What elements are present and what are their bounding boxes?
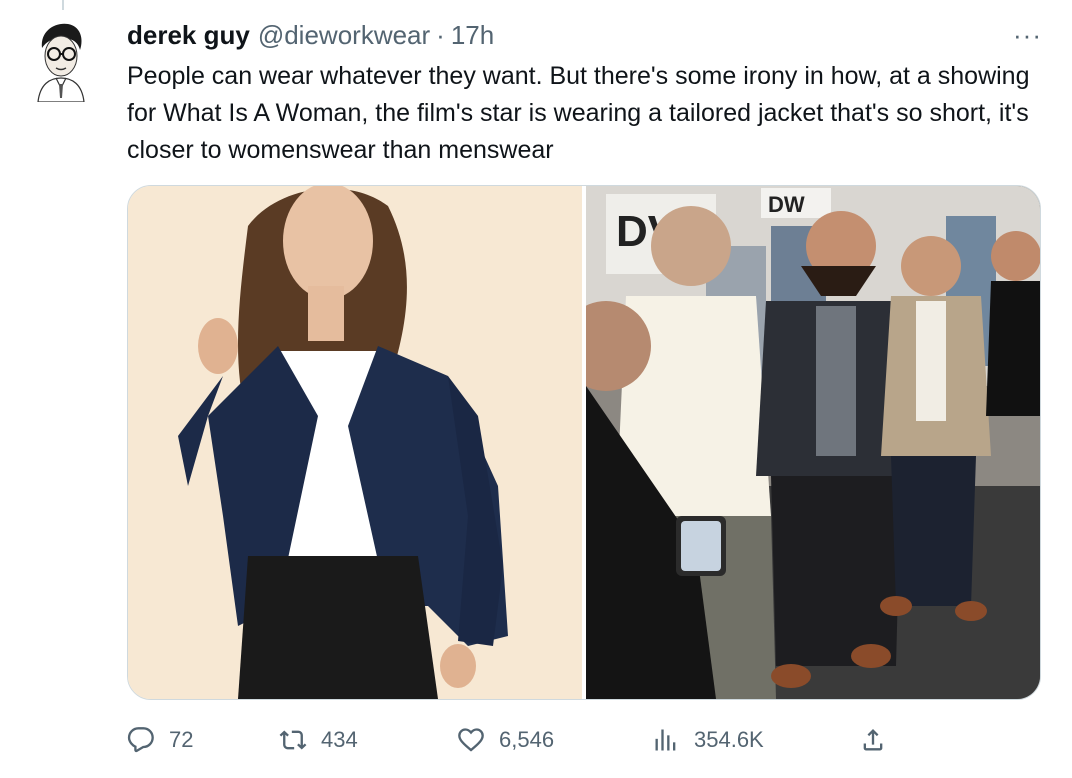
separator-dot: ·	[436, 19, 445, 50]
heart-icon	[458, 728, 484, 752]
reply-count: 72	[169, 727, 194, 752]
share-upload-icon	[863, 729, 883, 751]
retweet-icon	[279, 730, 307, 750]
men-at-event-image: DV DW	[586, 186, 1040, 699]
more-icon: ···	[1013, 20, 1042, 50]
avatar[interactable]	[28, 18, 92, 103]
share-button[interactable]	[859, 726, 901, 754]
tweet-actions: 72 434 6,546 354.6K	[127, 718, 907, 762]
reply-button[interactable]: 72	[127, 726, 193, 754]
left-photo[interactable]	[128, 186, 582, 699]
sign-text-dw: DW	[768, 192, 805, 217]
like-count: 6,546	[499, 727, 555, 752]
reply-icon	[127, 727, 154, 753]
tweet-header: derek guy @dieworkwear · 17h ···	[127, 18, 1042, 52]
right-photo[interactable]: DV DW	[586, 186, 1040, 699]
tweet-timestamp[interactable]: 17h	[451, 20, 494, 51]
analytics-bar-chart-icon	[655, 729, 676, 751]
avatar-sketch-icon	[28, 18, 92, 103]
author-name[interactable]: derek guy	[127, 20, 250, 51]
views-count: 354.6K	[694, 727, 764, 752]
media-grid: DV DW	[127, 185, 1041, 700]
author-handle[interactable]: @dieworkwear	[258, 20, 430, 51]
retweet-button[interactable]: 434	[279, 726, 358, 754]
thread-connector-line	[62, 0, 64, 10]
woman-in-blazer-image	[128, 186, 582, 699]
tweet-text: People can wear whatever they want. But …	[127, 62, 1030, 164]
views-button[interactable]: 354.6K	[652, 726, 764, 754]
retweet-count: 434	[321, 727, 358, 752]
more-options-button[interactable]: ···	[1013, 20, 1042, 51]
like-button[interactable]: 6,546	[457, 726, 554, 754]
